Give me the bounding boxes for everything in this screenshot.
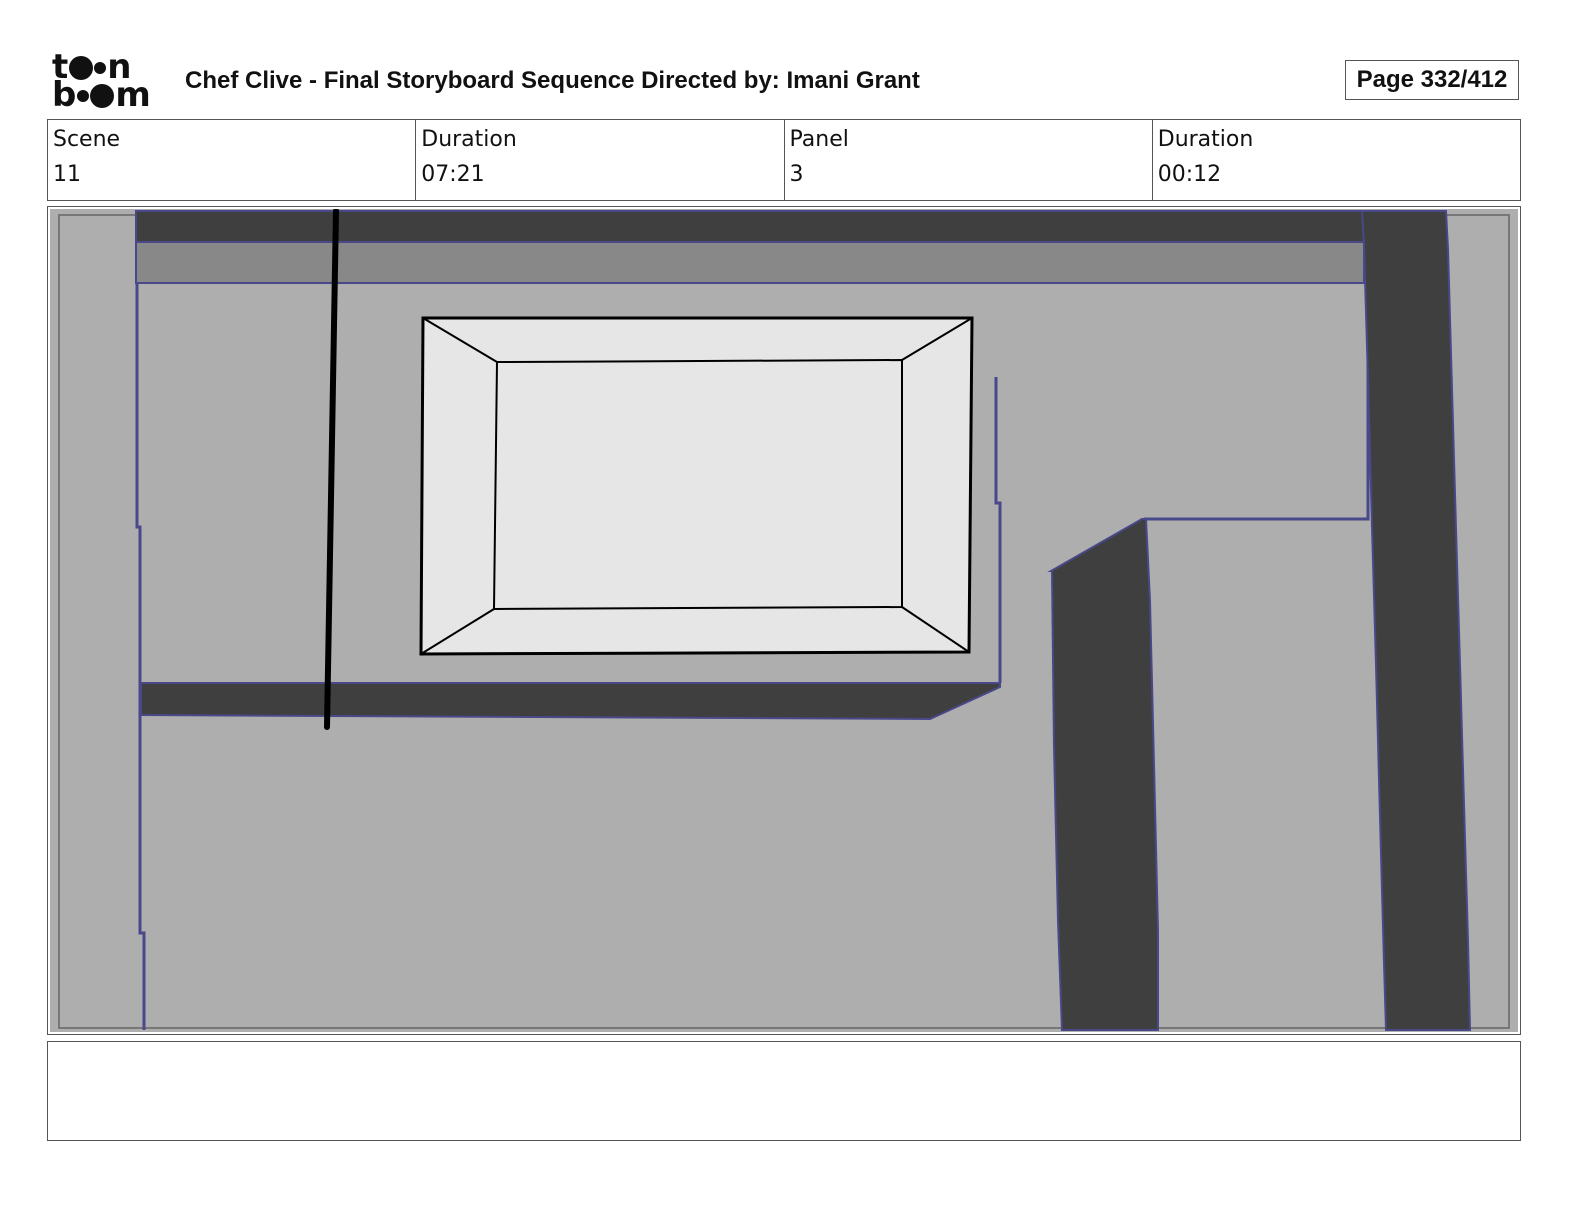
info-cell-scene-duration: Duration 07:21 — [415, 120, 783, 200]
counter-shelf — [140, 682, 1001, 721]
info-label: Duration — [1157, 127, 1254, 152]
logo-dot — [77, 90, 90, 102]
info-label: Duration — [421, 127, 517, 152]
info-value: 07:21 — [421, 162, 485, 187]
logo-dot — [94, 62, 107, 74]
info-value: 00:12 — [1157, 162, 1222, 187]
top-beam — [135, 210, 1447, 243]
info-cell-scene: Scene 11 — [48, 120, 415, 200]
info-value: 3 — [789, 162, 804, 187]
logo-letter: m — [115, 75, 151, 115]
doorway-pillar — [1047, 518, 1159, 1031]
page-number: Page 332/412 — [1345, 60, 1519, 100]
info-label: Scene — [53, 127, 121, 152]
info-label: Panel — [789, 127, 849, 152]
document-title: Chef Clive - Final Storyboard Sequence D… — [185, 67, 920, 94]
info-cell-panel-duration: Duration 00:12 — [1151, 120, 1520, 200]
toonboom-logo: t n b m — [52, 50, 164, 115]
notes-box[interactable] — [47, 1041, 1521, 1141]
storyboard-panel — [47, 206, 1521, 1035]
info-cell-panel: Panel 3 — [783, 120, 1152, 200]
logo-dot — [90, 84, 115, 108]
info-value: 11 — [53, 162, 81, 187]
scene-info-table: Scene 11 Duration 07:21 Panel 3 Duration… — [47, 119, 1521, 201]
panel-drawing — [50, 209, 1518, 1032]
logo-bottom-row: b m — [52, 75, 151, 115]
logo-letter: b — [52, 75, 77, 115]
window-inner — [492, 358, 903, 611]
upper-shelf — [135, 241, 1365, 284]
